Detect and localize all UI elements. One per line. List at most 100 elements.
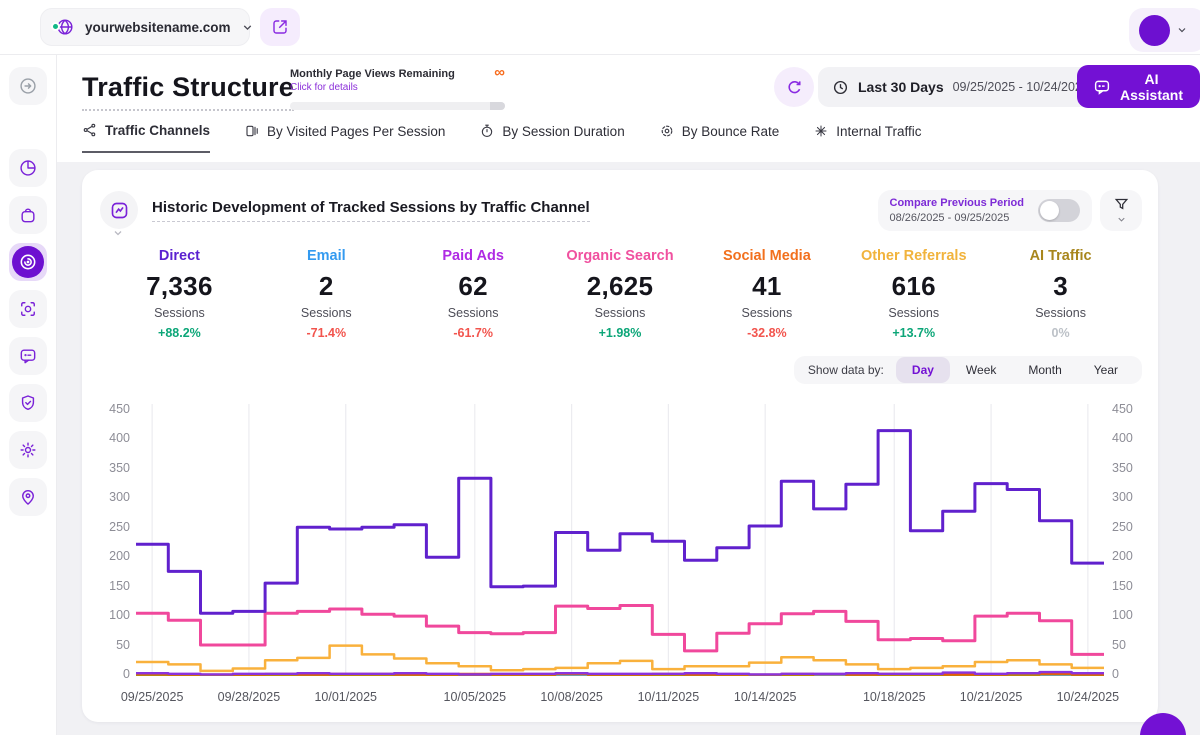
channel-sessions-label: Sessions	[253, 306, 400, 320]
sidebar-item-tracking[interactable]	[9, 290, 47, 328]
sessions-chart: 050100150200250300350400450 050100150200…	[98, 402, 1142, 708]
channel-delta: 0%	[987, 326, 1134, 340]
channel-stat-direct[interactable]: Direct 7,336 Sessions +88.2%	[106, 248, 253, 340]
ai-assistant-button[interactable]: AI Assistant	[1077, 65, 1200, 108]
channel-delta: +1.98%	[547, 326, 694, 340]
show-by-label: Show data by:	[808, 363, 884, 377]
page-title: Traffic Structure	[82, 72, 294, 111]
globe-icon	[55, 17, 75, 37]
series-direct	[136, 431, 1104, 614]
x-tick-label: 10/05/2025	[444, 690, 507, 704]
tab-label: Traffic Channels	[105, 123, 210, 138]
tab-label: By Session Duration	[502, 124, 624, 139]
channel-sessions-label: Sessions	[693, 306, 840, 320]
channel-sessions-value: 3	[987, 271, 1134, 302]
sidebar	[0, 55, 57, 735]
y-tick-label: 0	[123, 667, 130, 681]
sidebar-item-collapse[interactable]	[9, 67, 47, 105]
compare-previous-period: Compare Previous Period 08/26/2025 - 09/…	[878, 190, 1093, 231]
channel-sessions-label: Sessions	[106, 306, 253, 320]
avatar	[1139, 15, 1170, 46]
show-by-year[interactable]: Year	[1078, 357, 1134, 383]
tab-traffic-channels[interactable]: Traffic Channels	[82, 122, 210, 153]
open-website-button[interactable]	[260, 8, 300, 46]
show-by-month[interactable]: Month	[1012, 357, 1077, 383]
channel-sessions-label: Sessions	[400, 306, 547, 320]
sidebar-item-dashboard[interactable]	[9, 149, 47, 187]
channel-name: Email	[253, 248, 400, 264]
y-tick-label: 450	[1112, 402, 1133, 416]
tab-by-session-duration[interactable]: By Session Duration	[479, 122, 624, 153]
y-tick-label: 300	[109, 490, 130, 504]
x-tick-label: 10/08/2025	[540, 690, 603, 704]
snowflake-icon	[813, 123, 829, 139]
sidebar-item-settings[interactable]	[9, 431, 47, 469]
shield-icon	[18, 393, 38, 413]
channel-name: Direct	[106, 248, 253, 264]
channel-stat-organic-search[interactable]: Organic Search 2,625 Sessions +1.98%	[547, 248, 694, 340]
tab-by-bounce-rate[interactable]: By Bounce Rate	[659, 122, 780, 153]
y-tick-label: 50	[116, 638, 130, 652]
range-label: Last 30 Days	[858, 79, 944, 95]
channel-delta: +13.7%	[840, 326, 987, 340]
channel-stats-row: Direct 7,336 Sessions +88.2%Email 2 Sess…	[106, 248, 1134, 340]
view-tabs: Traffic Channels By Visited Pages Per Se…	[82, 122, 922, 153]
sidebar-item-privacy[interactable]	[9, 384, 47, 422]
compare-label: Compare Previous Period	[890, 197, 1025, 209]
y-axis-right: 050100150200250300350400450	[1104, 402, 1142, 682]
user-menu[interactable]	[1129, 8, 1200, 52]
website-selector[interactable]: yourwebsitename.com	[40, 8, 250, 46]
line-chart-icon	[109, 200, 130, 221]
pie-chart-icon	[18, 158, 38, 178]
channel-sessions-label: Sessions	[987, 306, 1134, 320]
sidebar-item-store[interactable]	[9, 196, 47, 234]
tab-label: By Visited Pages Per Session	[267, 124, 445, 139]
y-tick-label: 350	[109, 461, 130, 475]
refresh-icon	[785, 78, 804, 97]
channel-sessions-value: 41	[693, 271, 840, 302]
traffic-chart-card: Historic Development of Tracked Sessions…	[82, 170, 1158, 722]
chart-plot-area[interactable]	[136, 402, 1104, 682]
scan-target-icon	[18, 299, 38, 319]
y-tick-label: 300	[1112, 490, 1133, 504]
chat-icon	[18, 346, 38, 366]
sidebar-item-location[interactable]	[9, 478, 47, 516]
compare-toggle[interactable]	[1038, 199, 1080, 222]
channel-stat-paid-ads[interactable]: Paid Ads 62 Sessions -61.7%	[400, 248, 547, 340]
tab-internal-traffic[interactable]: Internal Traffic	[813, 122, 921, 153]
channel-name: AI Traffic	[987, 248, 1134, 264]
quota-details-link[interactable]: Click for details	[290, 82, 455, 93]
sidebar-item-messages[interactable]	[9, 337, 47, 375]
channel-sessions-value: 2	[253, 271, 400, 302]
x-tick-label: 10/21/2025	[960, 690, 1023, 704]
channel-stat-ai-traffic[interactable]: AI Traffic 3 Sessions 0%	[987, 248, 1134, 340]
filter-button[interactable]	[1100, 190, 1142, 231]
chart-type-button[interactable]	[100, 191, 138, 229]
target-icon	[659, 123, 675, 139]
y-tick-label: 150	[1112, 579, 1133, 593]
show-by-week[interactable]: Week	[950, 357, 1012, 383]
x-tick-label: 10/14/2025	[734, 690, 797, 704]
channel-stat-email[interactable]: Email 2 Sessions -71.4%	[253, 248, 400, 340]
channel-sessions-value: 616	[840, 271, 987, 302]
channel-stat-other-referrals[interactable]: Other Referrals 616 Sessions +13.7%	[840, 248, 987, 340]
y-tick-label: 0	[1112, 667, 1119, 681]
tab-by-visited-pages-per-session[interactable]: By Visited Pages Per Session	[244, 122, 445, 153]
ai-assistant-label: AI Assistant	[1119, 71, 1184, 103]
x-tick-label: 10/18/2025	[863, 690, 926, 704]
channel-sessions-label: Sessions	[840, 306, 987, 320]
clock-icon	[832, 79, 849, 96]
compare-range: 08/26/2025 - 09/25/2025	[890, 212, 1025, 224]
sidebar-item-traffic[interactable]	[9, 243, 47, 281]
channel-stat-social-media[interactable]: Social Media 41 Sessions -32.8%	[693, 248, 840, 340]
swirl-icon	[18, 252, 38, 272]
page-views-progress	[290, 102, 505, 110]
x-tick-label: 10/24/2025	[1057, 690, 1120, 704]
pin-icon	[18, 487, 38, 507]
refresh-button[interactable]	[774, 67, 814, 107]
show-by-day[interactable]: Day	[896, 357, 950, 383]
x-tick-label: 09/25/2025	[121, 690, 184, 704]
gear-icon	[18, 440, 38, 460]
channel-sessions-value: 7,336	[106, 271, 253, 302]
y-tick-label: 350	[1112, 461, 1133, 475]
